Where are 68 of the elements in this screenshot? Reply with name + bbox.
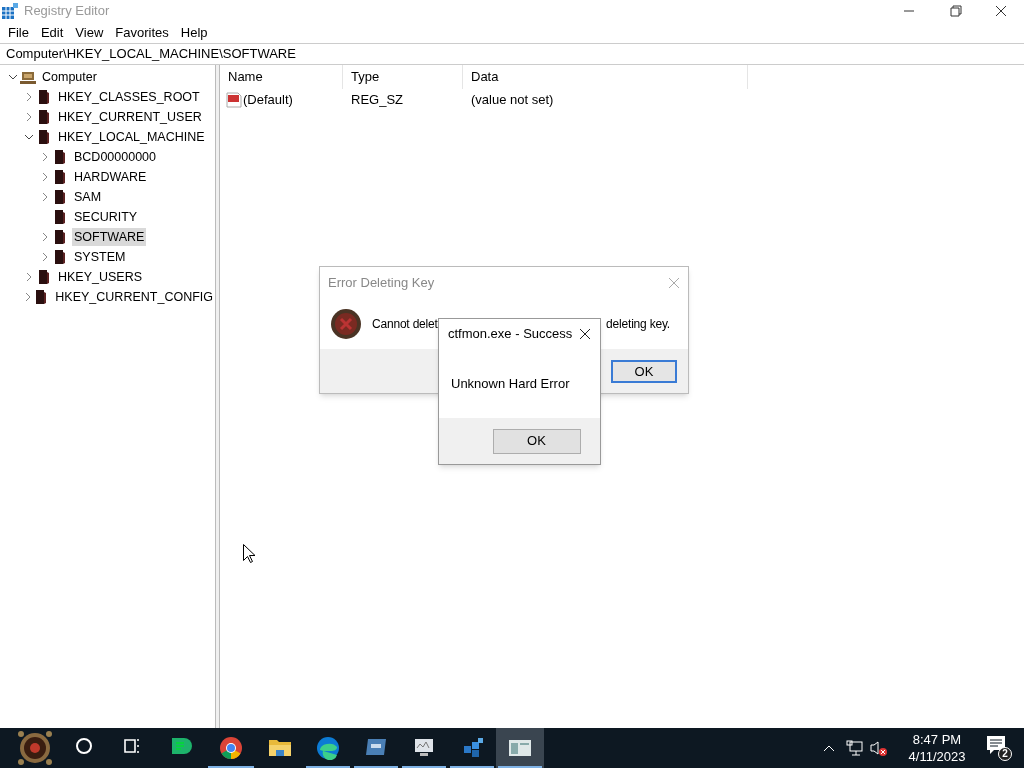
error-icon [330,307,362,340]
expand-chevron-icon[interactable] [40,252,50,262]
folder-icon [36,89,52,105]
notification-icon [986,735,1006,755]
window-title: Registry Editor [24,2,110,21]
column-header[interactable]: Name [220,65,343,89]
tree-item[interactable]: SECURITY [72,207,140,227]
menu-item[interactable]: Favorites [109,22,175,43]
folder-icon [52,169,68,185]
ok-button[interactable]: OK [492,428,581,454]
folder-icon [36,269,52,285]
error-message: Cannot delet [372,315,438,333]
table-cell-text: REG_SZ [350,91,404,110]
tree-item[interactable]: HKEY_CURRENT_CONFIG [53,287,215,307]
browser-icon [316,736,340,760]
expand-chevron-icon[interactable] [24,272,34,282]
folder-icon [52,229,68,245]
computer-icon [20,69,36,85]
tree-item[interactable]: SAM [72,187,104,207]
error-message: deleting key. [606,315,670,333]
notification-button[interactable]: 2 [986,735,1012,761]
dialog-title: Error Deleting Key [328,273,435,292]
tree-item[interactable]: BCD00000000 [72,147,158,167]
tree-item[interactable]: HKEY_USERS [56,267,145,287]
expand-chevron-icon[interactable] [24,112,34,122]
tree-item[interactable]: SYSTEM [72,247,128,267]
column-header[interactable]: Data [463,65,748,89]
notification-count: 2 [998,747,1012,761]
tree-item[interactable]: HKEY_CURRENT_USER [56,107,204,127]
expand-chevron-icon[interactable] [24,92,34,102]
folder-icon [36,129,52,145]
expand-chevron-icon[interactable] [40,172,50,182]
dialog-title: ctfmon.exe - Success [448,325,573,344]
collapse-chevron-icon[interactable] [24,132,34,142]
menu-item[interactable]: File [2,22,35,43]
menu-item[interactable]: Help [174,22,214,43]
clock-time[interactable]: 8:47 PM [912,731,962,748]
menu-item[interactable]: Edit [34,22,70,43]
expand-chevron-icon[interactable] [40,152,50,162]
ok-button[interactable]: OK [611,359,677,383]
expand-chevron-icon[interactable] [40,192,50,202]
folder-icon [52,189,68,205]
muted-speaker-icon [870,740,888,756]
expand-chevron-icon[interactable] [40,232,50,242]
browser-icon [219,736,243,760]
registry-icon [2,3,18,19]
folder-icon [52,249,68,265]
collapse-chevron-icon[interactable] [8,72,18,82]
folder-icon [36,109,52,125]
folder-icon [52,209,68,225]
network-icon [846,740,864,756]
tree-item[interactable]: HKEY_CLASSES_ROOT [56,87,202,107]
taskbar-button[interactable] [496,728,544,768]
table-cell-text: (value not set) [470,91,554,110]
dialog-message: Unknown Hard Error [451,374,570,393]
column-header[interactable]: Type [343,65,463,89]
tree-item[interactable]: SOFTWARE [72,227,147,247]
tree-item[interactable]: HARDWARE [72,167,149,187]
tree-item[interactable]: Computer [40,67,99,87]
mouse-cursor-icon [243,544,255,563]
clock-date[interactable]: 4/11/2023 [908,748,966,765]
menu-item[interactable]: View [69,22,110,43]
close-icon[interactable] [579,328,591,340]
folder-icon [52,149,68,165]
address-bar[interactable]: Computer\HKEY_LOCAL_MACHINE\SOFTWARE [0,43,1024,65]
tree-item[interactable]: HKEY_LOCAL_MACHINE [56,127,207,147]
string-value-icon [226,92,242,108]
table-cell-text: (Default) [243,91,293,110]
